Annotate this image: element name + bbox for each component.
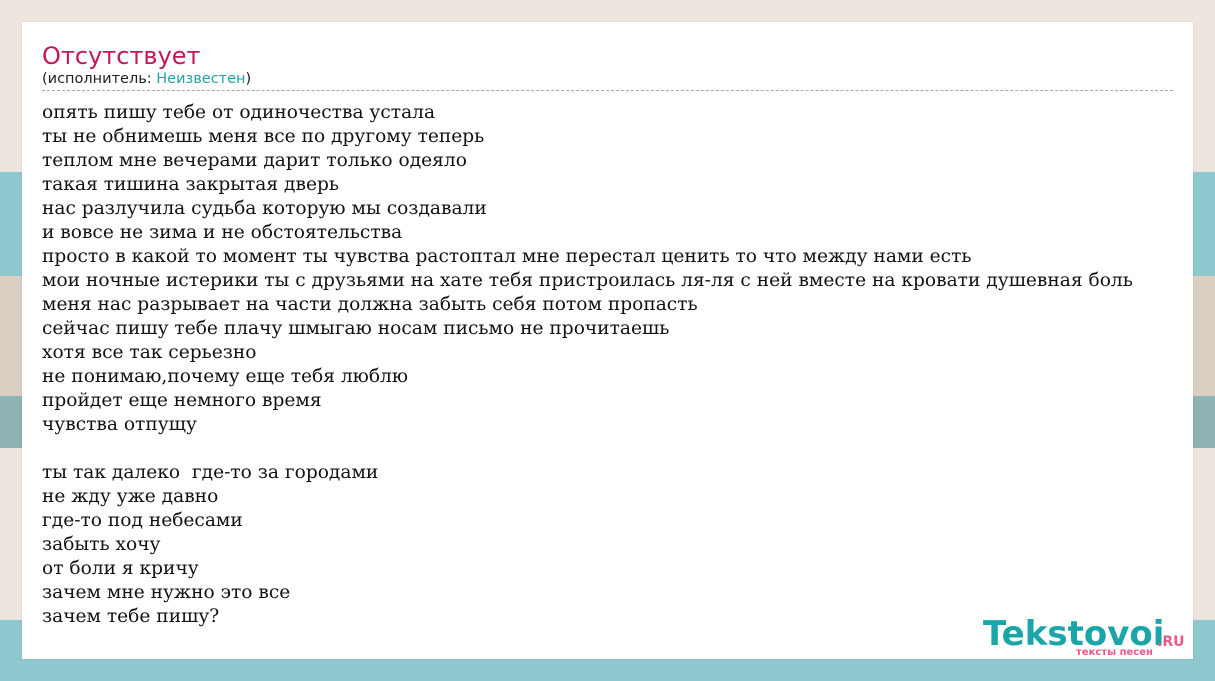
lyrics-line: зачем тебе пишу?	[42, 606, 220, 627]
logo-tagline: тексты песен	[1076, 647, 1153, 658]
lyrics-line: не жду уже давно	[42, 486, 219, 507]
lyrics-line: ты так далеко где-то за городами	[42, 462, 379, 483]
lyrics-line: просто в какой то момент ты чувства раст…	[42, 246, 972, 267]
lyrics-line: сейчас пишу тебе плачу шмыгаю носам пись…	[42, 318, 670, 339]
artist-link[interactable]: Неизвестен	[156, 71, 245, 87]
logo-domain: .RU	[1157, 634, 1185, 650]
lyrics-line: теплом мне вечерами дарит только одеяло	[42, 150, 467, 171]
lyrics-line: не понимаю,почему еще тебя люблю	[42, 366, 409, 387]
lyrics-line: где-то под небесами	[42, 510, 243, 531]
artist-prefix: (исполнитель:	[42, 71, 157, 87]
artist-line: (исполнитель: Неизвестен)	[42, 71, 251, 87]
lyrics-line: забыть хочу	[42, 534, 161, 555]
lyrics-line: пройдет еще немного время	[42, 390, 322, 411]
lyrics-text: опять пишу тебе от одиночества устала ты…	[42, 101, 1133, 629]
artist-suffix: )	[245, 71, 252, 87]
site-logo[interactable]: Tekstovoi .RU тексты песен	[983, 614, 1193, 659]
lyrics-line: меня нас разрывает на части должна забыт…	[42, 294, 698, 315]
lyrics-line: от боли я кричу	[42, 558, 199, 579]
song-title: Отсутствует	[42, 42, 201, 70]
lyrics-line: хотя все так серьезно	[42, 342, 257, 363]
lyrics-line: и вовсе не зима и не обстоятельства	[42, 222, 403, 243]
lyrics-line: ты не обнимешь меня все по другому тепер…	[42, 126, 485, 147]
lyrics-line: зачем мне нужно это все	[42, 582, 291, 603]
lyrics-line: опять пишу тебе от одиночества устала	[42, 102, 436, 123]
lyrics-line: мои ночные истерики ты с друзьями на хат…	[42, 270, 1133, 291]
lyrics-line: нас разлучила судьба которую мы создавал…	[42, 198, 487, 219]
lyrics-line: чувства отпущу	[42, 414, 197, 435]
lyrics-card: Отсутствует (исполнитель: Неизвестен) оп…	[22, 22, 1193, 659]
lyrics-line: такая тишина закрытая дверь	[42, 174, 339, 195]
divider	[42, 90, 1173, 91]
